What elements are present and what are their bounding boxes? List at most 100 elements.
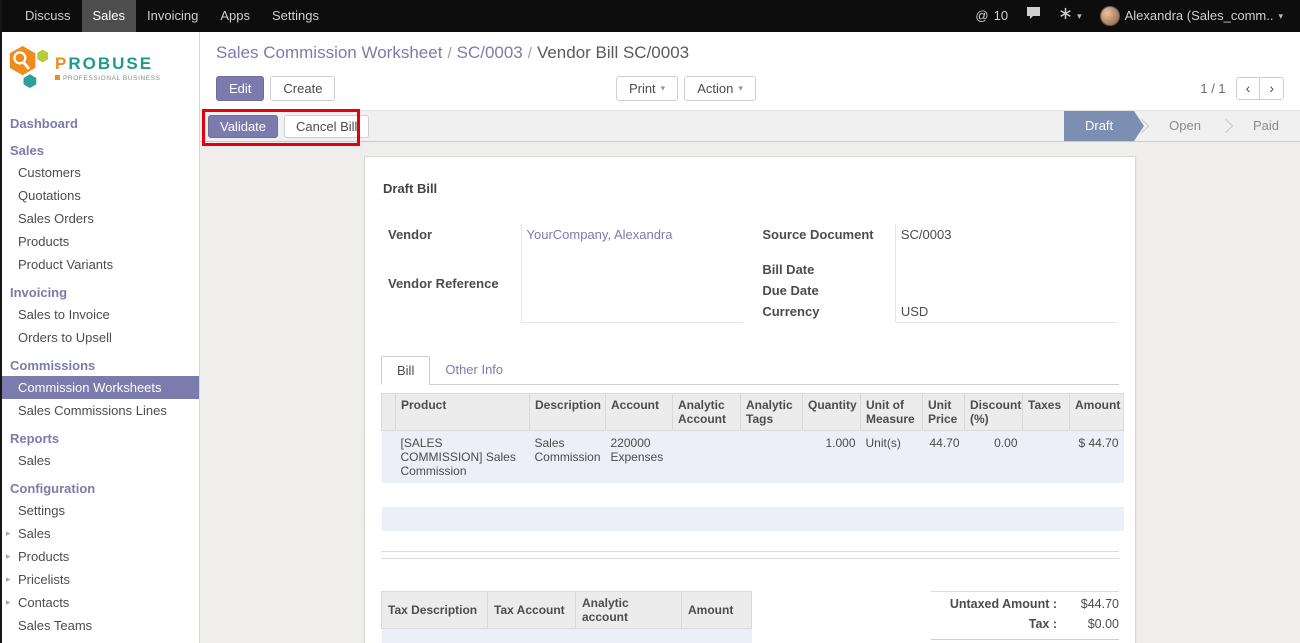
sidebar-item-product-variants[interactable]: Product Variants <box>0 253 199 276</box>
messages-menu[interactable] <box>1017 0 1050 32</box>
sheet-title: Draft Bill <box>383 181 1117 196</box>
nav-discuss[interactable]: Discuss <box>14 0 82 32</box>
sidebar-item-quotations[interactable]: Quotations <box>0 184 199 207</box>
totals-block: Untaxed Amount : $44.70 Tax : $0.00 Tota… <box>931 591 1119 643</box>
sidebar-heading-sales[interactable]: Sales <box>0 139 199 161</box>
sidebar-item-label: Product Variants <box>18 257 113 272</box>
pager-previous-button[interactable]: ‹ <box>1236 77 1261 100</box>
sidebar-item-customers[interactable]: Customers <box>0 161 199 184</box>
caret-down-icon: ▾ <box>1278 0 1283 32</box>
breadcrumb-sc0003-link[interactable]: SC/0003 <box>457 43 523 62</box>
tax-header-row: Tax Description Tax Account Analytic acc… <box>382 592 752 629</box>
sidebar-item-label: Sales Teams <box>18 618 92 633</box>
sidebar-item-settings[interactable]: Settings <box>0 499 199 522</box>
topbar-right: @ 10 ▾ Alexandra (Sales_comm.. ▾ <box>966 0 1300 32</box>
sidebar-item-reports-sales[interactable]: Sales <box>0 449 199 472</box>
sidebar-item-label: Commission Worksheets <box>18 380 162 395</box>
lines-header-row: Product Description Account Analytic Acc… <box>382 394 1124 431</box>
chat-bubble-icon <box>1026 0 1041 32</box>
empty-row <box>382 507 1124 531</box>
cell-unit-price: 44.70 <box>923 431 965 484</box>
status-paid[interactable]: Paid <box>1236 111 1296 141</box>
sidebar-item-label: Sales Commissions Lines <box>18 403 167 418</box>
mention-count-badge: 10 <box>994 0 1008 32</box>
sidebar-heading-configuration[interactable]: Configuration <box>0 477 199 499</box>
col-discount: Discount (%) <box>965 394 1023 431</box>
tax-value: $0.00 <box>1057 617 1119 631</box>
action-label: Action <box>697 81 733 96</box>
edit-button[interactable]: Edit <box>216 76 264 101</box>
tab-other-info[interactable]: Other Info <box>430 356 518 385</box>
nav-invoicing[interactable]: Invoicing <box>136 0 209 32</box>
tab-bill[interactable]: Bill <box>381 356 430 385</box>
form-view: Draft Bill Vendor YourCompany, Alexandra… <box>200 142 1300 643</box>
nav-apps[interactable]: Apps <box>209 0 261 32</box>
user-menu[interactable]: Alexandra (Sales_comm.. ▾ <box>1091 0 1292 32</box>
cancel-bill-button[interactable]: Cancel Bill <box>284 115 369 138</box>
status-draft[interactable]: Draft <box>1064 111 1134 141</box>
sidebar-item-sales-to-invoice[interactable]: Sales to Invoice <box>0 303 199 326</box>
sidebar-item-sales-orders[interactable]: Sales Orders <box>0 207 199 230</box>
sidebar: PROBUSE PROFESSIONAL BUSINESS Dashboard … <box>0 32 200 643</box>
col-unit-of-measure: Unit of Measure <box>861 394 923 431</box>
at-icon: @ <box>975 0 988 32</box>
empty-row <box>382 629 752 643</box>
expand-arrow-icon: ▸ <box>6 528 18 539</box>
vendor-reference-label: Vendor Reference <box>383 273 521 322</box>
sidebar-item-config-sales[interactable]: ▸Sales <box>0 522 199 545</box>
sidebar-heading-reports[interactable]: Reports <box>0 427 199 449</box>
vendor-value-link[interactable]: YourCompany, Alexandra <box>527 227 673 242</box>
due-date-label: Due Date <box>757 280 895 301</box>
sidebar-item-sales-teams[interactable]: Sales Teams <box>0 614 199 637</box>
nav-settings[interactable]: Settings <box>261 0 330 32</box>
sidebar-item-sales-commission-levels[interactable]: Sales Commission Levels <box>0 637 199 643</box>
field-groups: Vendor YourCompany, Alexandra Vendor Ref… <box>383 224 1117 323</box>
chevron-right-icon <box>1218 111 1236 141</box>
bill-date-value <box>895 259 1117 280</box>
sidebar-menu: Dashboard Sales Customers Quotations Sal… <box>0 112 199 643</box>
col-unit-price: Unit Price <box>923 394 965 431</box>
sidebar-item-label: Products <box>18 549 69 564</box>
cell-quantity: 1.000 <box>803 431 861 484</box>
col-tax-amount: Amount <box>682 592 752 629</box>
mentions-menu[interactable]: @ 10 <box>966 0 1017 32</box>
create-button[interactable]: Create <box>270 76 335 101</box>
sidebar-item-pricelists[interactable]: ▸Pricelists <box>0 568 199 591</box>
debug-menu[interactable]: ▾ <box>1050 0 1091 32</box>
bill-date-label: Bill Date <box>757 259 895 280</box>
sidebar-item-label: Customers <box>18 165 81 180</box>
print-button[interactable]: Print▾ <box>616 76 678 101</box>
sidebar-item-commission-worksheets[interactable]: Commission Worksheets <box>0 376 199 399</box>
caret-down-icon: ▾ <box>738 83 743 94</box>
expand-arrow-icon: ▸ <box>6 574 18 585</box>
line-row[interactable]: [SALES COMMISSION] Sales Commission Sale… <box>382 431 1124 484</box>
sidebar-item-label: Settings <box>18 503 65 518</box>
currency-label: Currency <box>757 301 895 323</box>
col-analytic-tags: Analytic Tags <box>741 394 803 431</box>
bug-icon <box>1059 0 1072 32</box>
validate-button[interactable]: Validate <box>208 115 278 138</box>
sidebar-item-label: Sales to Invoice <box>18 307 110 322</box>
status-open[interactable]: Open <box>1152 111 1218 141</box>
col-tax-analytic-account: Analytic account <box>576 592 682 629</box>
action-button[interactable]: Action ▾ <box>684 76 756 101</box>
col-analytic-account: Analytic Account <box>673 394 741 431</box>
tax-label: Tax : <box>1029 617 1057 631</box>
logo-text: PROBUSE PROFESSIONAL BUSINESS <box>55 55 161 83</box>
sidebar-heading-commissions[interactable]: Commissions <box>0 354 199 376</box>
cell-account: 220000 Expenses <box>606 431 673 484</box>
sidebar-item-contacts[interactable]: ▸Contacts <box>0 591 199 614</box>
notes-field-placeholder <box>381 551 1119 559</box>
status-pipeline: Draft Open Paid <box>1064 111 1300 141</box>
breadcrumb-worksheet-link[interactable]: Sales Commission Worksheet <box>216 43 442 62</box>
form-sheet: Draft Bill Vendor YourCompany, Alexandra… <box>364 156 1136 643</box>
sidebar-item-orders-to-upsell[interactable]: Orders to Upsell <box>0 326 199 349</box>
sidebar-item-sales-commissions-lines[interactable]: Sales Commissions Lines <box>0 399 199 422</box>
sidebar-heading-dashboard[interactable]: Dashboard <box>0 112 199 134</box>
sidebar-heading-invoicing[interactable]: Invoicing <box>0 281 199 303</box>
sidebar-item-config-products[interactable]: ▸Products <box>0 545 199 568</box>
nav-sales[interactable]: Sales <box>82 0 137 32</box>
pager-next-button[interactable]: › <box>1259 77 1284 100</box>
sidebar-item-products[interactable]: Products <box>0 230 199 253</box>
col-tax-description: Tax Description <box>382 592 488 629</box>
